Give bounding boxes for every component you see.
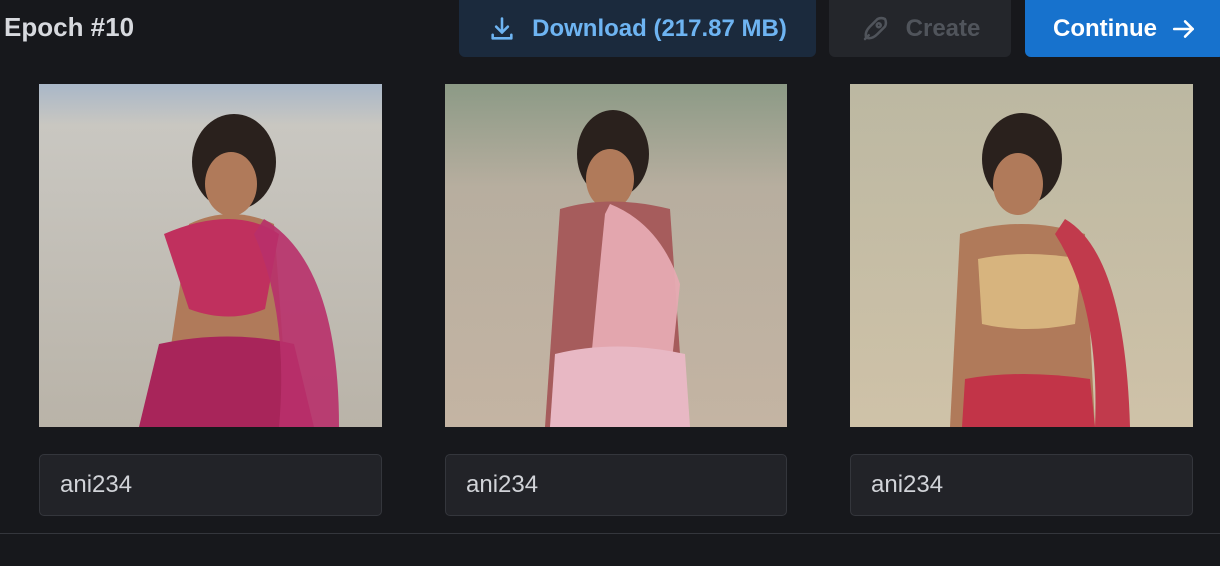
download-label: Download (217.87 MB) xyxy=(532,14,787,42)
sample-image[interactable] xyxy=(850,84,1193,427)
sample-card xyxy=(445,84,787,516)
rocket-icon xyxy=(860,14,890,44)
sample-card xyxy=(39,84,382,516)
download-icon xyxy=(488,15,516,43)
epoch-title: Epoch #10 xyxy=(4,12,135,42)
divider xyxy=(0,533,1220,534)
epoch-panel: Epoch #10 Download (217.87 MB) Create Co… xyxy=(0,0,1220,566)
continue-button[interactable]: Continue xyxy=(1025,0,1220,57)
sample-name-field[interactable] xyxy=(39,454,382,516)
sample-image[interactable] xyxy=(39,84,382,427)
sample-image[interactable] xyxy=(445,84,787,427)
sample-name-field[interactable] xyxy=(445,454,787,516)
download-button[interactable]: Download (217.87 MB) xyxy=(459,0,816,57)
sample-card xyxy=(850,84,1193,516)
arrow-right-icon xyxy=(1171,16,1197,42)
create-label: Create xyxy=(905,14,981,42)
create-button[interactable]: Create xyxy=(829,0,1011,57)
sample-name-field[interactable] xyxy=(850,454,1193,516)
continue-label: Continue xyxy=(1053,14,1157,42)
